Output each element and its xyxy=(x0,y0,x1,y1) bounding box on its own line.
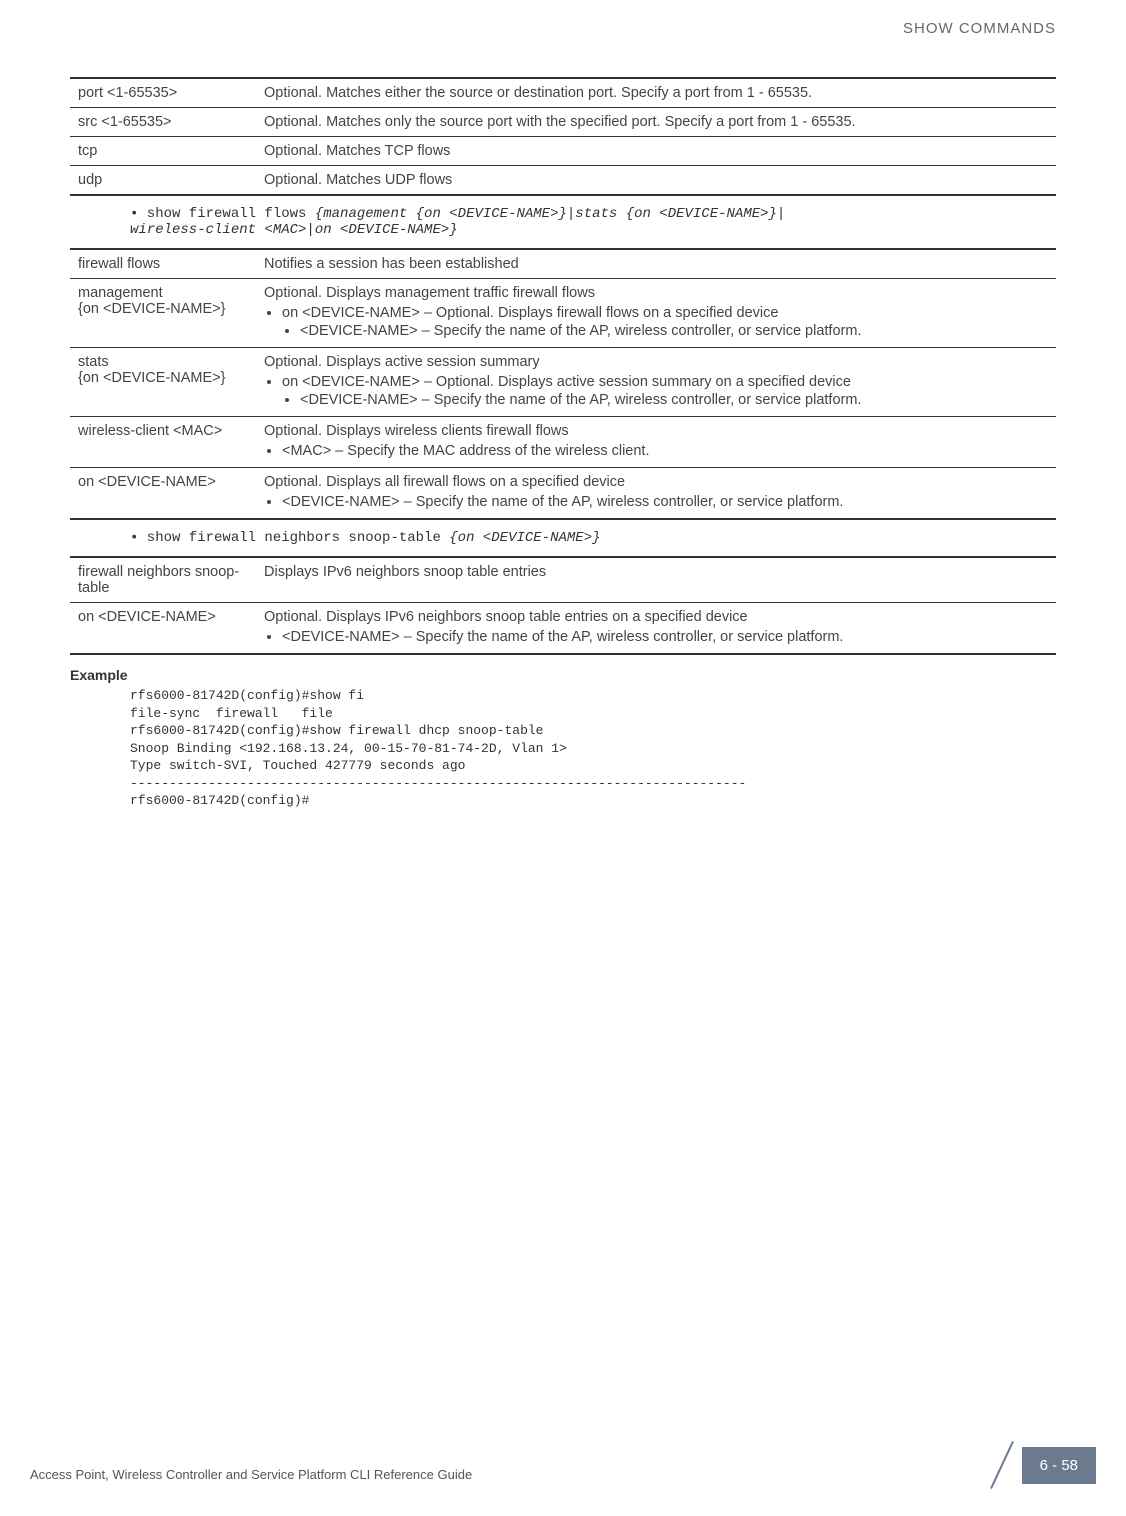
list-item: <MAC> – Specify the MAC address of the w… xyxy=(282,443,1048,459)
bullet-list: on <DEVICE-NAME> – Optional. Displays ac… xyxy=(264,374,1048,408)
table-row: src <1-65535> Optional. Matches only the… xyxy=(70,108,1056,137)
param-name: tcp xyxy=(70,137,256,166)
param-desc: Optional. Matches either the source or d… xyxy=(256,78,1056,108)
param-name: on <DEVICE-NAME> xyxy=(70,468,256,520)
param-name: on <DEVICE-NAME> xyxy=(70,603,256,655)
table-row: management {on <DEVICE-NAME>} Optional. … xyxy=(70,279,1056,348)
param-desc: Displays IPv6 neighbors snoop table entr… xyxy=(256,557,1056,603)
param-name: firewall neighbors snoop-table xyxy=(70,557,256,603)
page-number: 6 - 58 xyxy=(1022,1447,1096,1484)
example-heading: Example xyxy=(70,667,1056,683)
param-desc: Optional. Displays all firewall flows on… xyxy=(256,468,1056,520)
command-syntax-1: • show firewall flows {management {on <D… xyxy=(130,206,1056,238)
bullet-text: on <DEVICE-NAME> – Optional. Displays fi… xyxy=(282,305,778,321)
bullet-text: on <DEVICE-NAME> – Optional. Displays ac… xyxy=(282,374,851,390)
bullet-list: <DEVICE-NAME> – Specify the name of the … xyxy=(264,629,1048,645)
param-name: src <1-65535> xyxy=(70,108,256,137)
param-desc: Optional. Matches TCP flows xyxy=(256,137,1056,166)
table-row: tcp Optional. Matches TCP flows xyxy=(70,137,1056,166)
list-item: <DEVICE-NAME> – Specify the name of the … xyxy=(282,629,1048,645)
parameter-table-2: firewall flows Notifies a session has be… xyxy=(70,248,1056,520)
sub-list: <DEVICE-NAME> – Specify the name of the … xyxy=(282,392,1048,408)
list-item: <DEVICE-NAME> – Specify the name of the … xyxy=(300,392,1048,408)
table-row: port <1-65535> Optional. Matches either … xyxy=(70,78,1056,108)
table-row: wireless-client <MAC> Optional. Displays… xyxy=(70,417,1056,468)
footer-text: Access Point, Wireless Controller and Se… xyxy=(30,1467,472,1482)
command-prefix: • show firewall flows xyxy=(130,206,315,222)
list-item: on <DEVICE-NAME> – Optional. Displays fi… xyxy=(282,305,1048,339)
command-args: {on <DEVICE-NAME>} xyxy=(449,530,600,546)
desc-text: Optional. Displays active session summar… xyxy=(264,354,540,370)
desc-text: Optional. Displays wireless clients fire… xyxy=(264,423,569,439)
parameter-table-1: port <1-65535> Optional. Matches either … xyxy=(70,77,1056,196)
table-row: firewall flows Notifies a session has be… xyxy=(70,249,1056,279)
table-row: stats {on <DEVICE-NAME>} Optional. Displ… xyxy=(70,348,1056,417)
param-desc: Optional. Displays management traffic fi… xyxy=(256,279,1056,348)
list-item: <DEVICE-NAME> – Specify the name of the … xyxy=(282,494,1048,510)
sub-list: <DEVICE-NAME> – Specify the name of the … xyxy=(282,323,1048,339)
parameter-table-3: firewall neighbors snoop-table Displays … xyxy=(70,556,1056,655)
param-desc: Optional. Displays IPv6 neighbors snoop … xyxy=(256,603,1056,655)
bullet-list: on <DEVICE-NAME> – Optional. Displays fi… xyxy=(264,305,1048,339)
desc-text: Optional. Displays all firewall flows on… xyxy=(264,474,625,490)
footer-page: 6 - 58 xyxy=(979,1443,1096,1488)
example-code-block: rfs6000-81742D(config)#show fi file-sync… xyxy=(130,687,1056,810)
bullet-list: <MAC> – Specify the MAC address of the w… xyxy=(264,443,1048,459)
command-prefix: • show firewall neighbors snoop-table xyxy=(130,530,449,546)
param-name: wireless-client <MAC> xyxy=(70,417,256,468)
table-row: on <DEVICE-NAME> Optional. Displays all … xyxy=(70,468,1056,520)
param-name: firewall flows xyxy=(70,249,256,279)
param-desc: Notifies a session has been established xyxy=(256,249,1056,279)
param-desc: Optional. Matches UDP flows xyxy=(256,166,1056,196)
param-name: port <1-65535> xyxy=(70,78,256,108)
list-item: <DEVICE-NAME> – Specify the name of the … xyxy=(300,323,1048,339)
bullet-list: <DEVICE-NAME> – Specify the name of the … xyxy=(264,494,1048,510)
slash-decoration xyxy=(979,1443,1024,1488)
desc-text: Optional. Displays management traffic fi… xyxy=(264,285,595,301)
param-desc: Optional. Displays wireless clients fire… xyxy=(256,417,1056,468)
table-row: on <DEVICE-NAME> Optional. Displays IPv6… xyxy=(70,603,1056,655)
header-section: SHOW COMMANDS xyxy=(70,20,1056,37)
desc-text: Optional. Displays IPv6 neighbors snoop … xyxy=(264,609,748,625)
param-name: stats {on <DEVICE-NAME>} xyxy=(70,348,256,417)
param-desc: Optional. Displays active session summar… xyxy=(256,348,1056,417)
command-syntax-2: • show firewall neighbors snoop-table {o… xyxy=(130,530,1056,546)
param-desc: Optional. Matches only the source port w… xyxy=(256,108,1056,137)
param-name: management {on <DEVICE-NAME>} xyxy=(70,279,256,348)
list-item: on <DEVICE-NAME> – Optional. Displays ac… xyxy=(282,374,1048,408)
table-row: firewall neighbors snoop-table Displays … xyxy=(70,557,1056,603)
param-name: udp xyxy=(70,166,256,196)
table-row: udp Optional. Matches UDP flows xyxy=(70,166,1056,196)
